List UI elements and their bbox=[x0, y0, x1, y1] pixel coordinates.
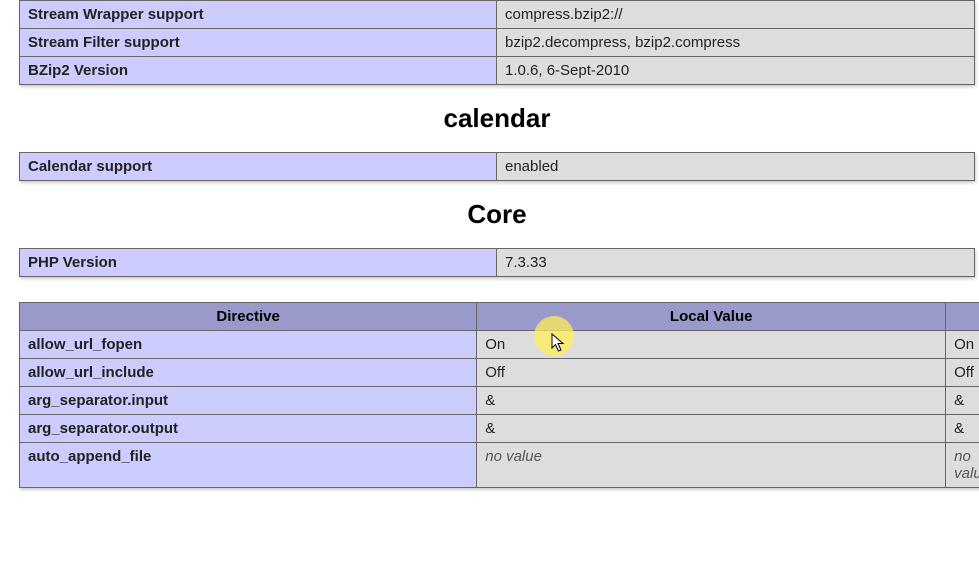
table-row: Calendar support enabled bbox=[20, 153, 975, 181]
table-row: auto_append_file no value no value bbox=[20, 443, 979, 488]
info-value: 1.0.6, 6-Sept-2010 bbox=[497, 57, 975, 85]
directive-name: allow_url_fopen bbox=[20, 331, 477, 359]
directive-master-value: & bbox=[946, 415, 979, 443]
info-value: 7.3.33 bbox=[497, 249, 975, 277]
info-key: Calendar support bbox=[20, 153, 497, 181]
info-key: Stream Filter support bbox=[20, 29, 497, 57]
directive-local-value: & bbox=[477, 415, 946, 443]
directive-name: auto_append_file bbox=[20, 443, 477, 488]
column-header-directive: Directive bbox=[20, 303, 477, 331]
directive-name: arg_separator.input bbox=[20, 387, 477, 415]
bz2-info-table: Stream Wrapper support compress.bzip2://… bbox=[19, 0, 975, 85]
directive-local-value: Off bbox=[477, 359, 946, 387]
directive-master-value: no value bbox=[946, 443, 979, 488]
directive-local-value: On bbox=[477, 331, 946, 359]
core-version-table: PHP Version 7.3.33 bbox=[19, 248, 975, 277]
directive-master-value: Off bbox=[946, 359, 979, 387]
table-row: Stream Wrapper support compress.bzip2:// bbox=[20, 1, 975, 29]
directive-master-value: On bbox=[946, 331, 979, 359]
table-row: allow_url_fopen On On bbox=[20, 331, 979, 359]
calendar-info-table: Calendar support enabled bbox=[19, 152, 975, 181]
directive-master-value: & bbox=[946, 387, 979, 415]
table-row: allow_url_include Off Off bbox=[20, 359, 979, 387]
table-row: PHP Version 7.3.33 bbox=[20, 249, 975, 277]
info-key: Stream Wrapper support bbox=[20, 1, 497, 29]
table-row: arg_separator.output & & bbox=[20, 415, 979, 443]
info-key: BZip2 Version bbox=[20, 57, 497, 85]
info-value: enabled bbox=[497, 153, 975, 181]
column-header-master-value bbox=[946, 303, 979, 331]
directive-name: allow_url_include bbox=[20, 359, 477, 387]
column-header-local-value: Local Value bbox=[477, 303, 946, 331]
directive-name: arg_separator.output bbox=[20, 415, 477, 443]
info-value: compress.bzip2:// bbox=[497, 1, 975, 29]
table-row: BZip2 Version 1.0.6, 6-Sept-2010 bbox=[20, 57, 975, 85]
info-key: PHP Version bbox=[20, 249, 497, 277]
table-row: Stream Filter support bzip2.decompress, … bbox=[20, 29, 975, 57]
section-heading-core: Core bbox=[19, 199, 975, 230]
section-heading-calendar: calendar bbox=[19, 103, 975, 134]
info-value: bzip2.decompress, bzip2.compress bbox=[497, 29, 975, 57]
directive-local-value: & bbox=[477, 387, 946, 415]
directive-local-value: no value bbox=[477, 443, 946, 488]
table-row: arg_separator.input & & bbox=[20, 387, 979, 415]
core-directives-table: Directive Local Value allow_url_fopen On… bbox=[19, 302, 979, 488]
table-header-row: Directive Local Value bbox=[20, 303, 979, 331]
